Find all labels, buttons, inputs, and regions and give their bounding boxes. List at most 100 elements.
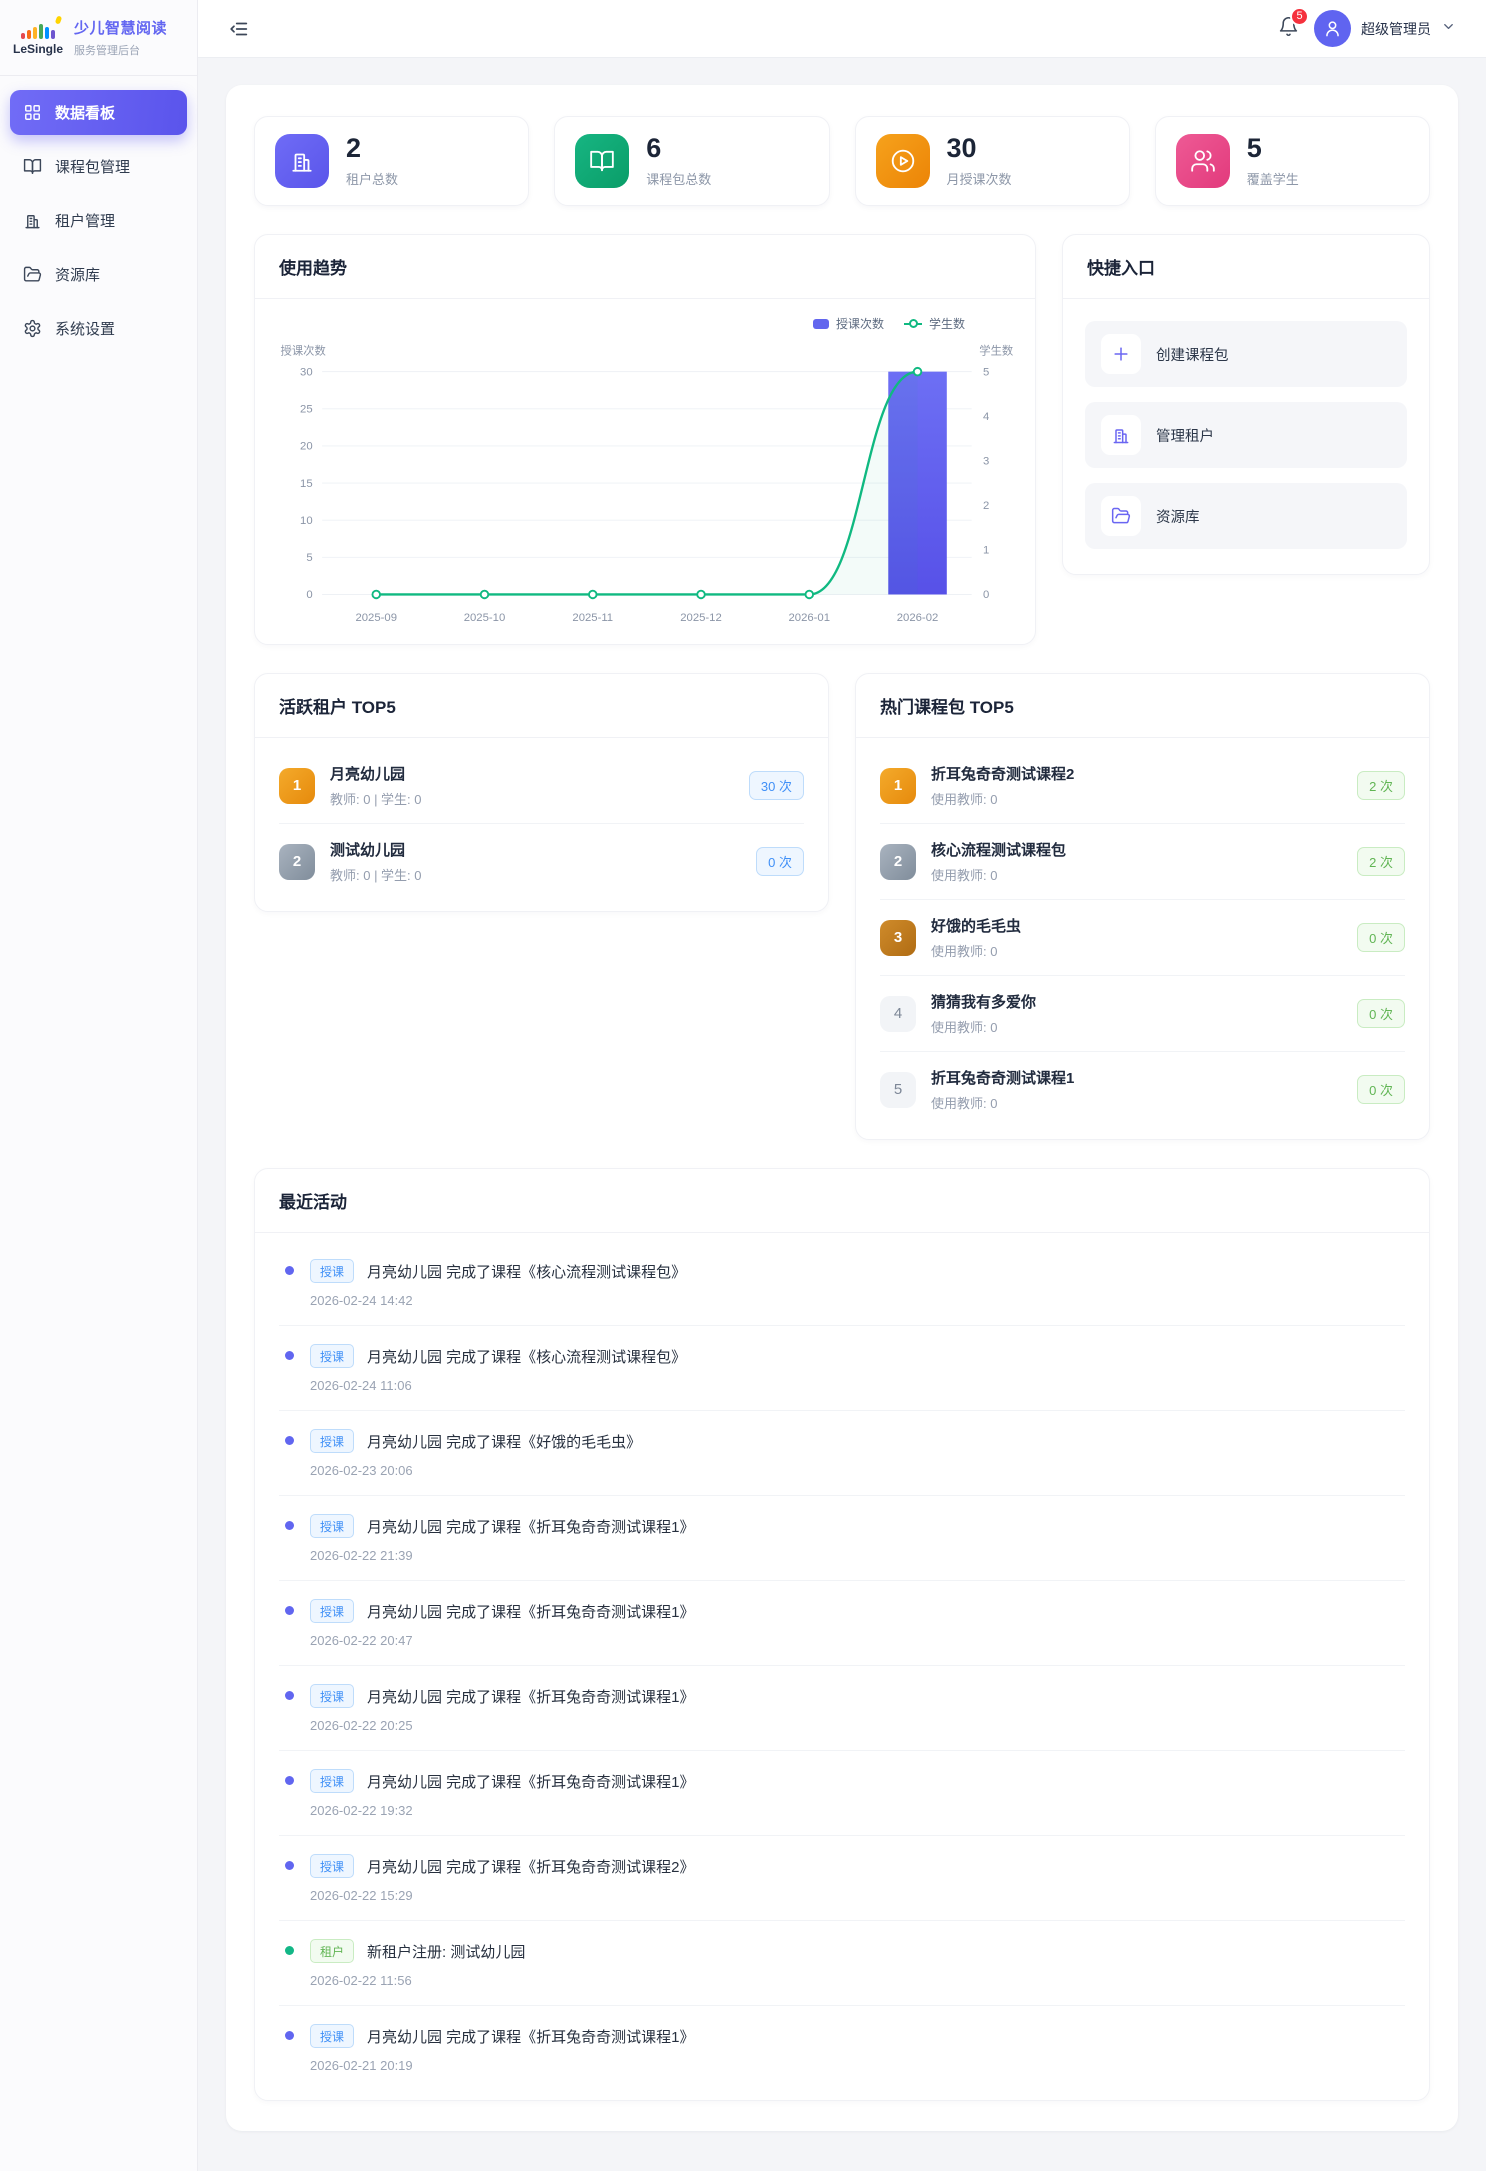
activity-type-badge: 授课 — [310, 1599, 354, 1623]
activity-time: 2026-02-22 20:25 — [310, 1718, 1405, 1733]
main-column: 5 超级管理员 — [198, 0, 1486, 2171]
stats-row: 2 租户总数 6 课程包总数 — [254, 116, 1430, 206]
activity-type-badge: 授课 — [310, 1684, 354, 1708]
stat-label: 月授课次数 — [947, 169, 1012, 188]
activity-type-badge: 租户 — [310, 1939, 354, 1963]
recent-activity-card: 最近活动 授课 月亮幼儿园 完成了课程《核心流程测试课程包》 2026-02-2… — [254, 1168, 1430, 2101]
activity-dot — [285, 1691, 294, 1700]
hot-packages-title: 热门课程包 TOP5 — [856, 674, 1429, 738]
stat-label: 租户总数 — [346, 169, 398, 188]
usage-count-badge: 2 次 — [1357, 847, 1405, 876]
svg-text:2025-11: 2025-11 — [572, 612, 613, 624]
legend-bar-swatch — [813, 319, 829, 329]
quick-item-resources[interactable]: 资源库 — [1085, 483, 1407, 549]
activity-type-badge: 授课 — [310, 1259, 354, 1283]
usage-trend-title: 使用趋势 — [255, 235, 1035, 299]
svg-text:2025-10: 2025-10 — [464, 612, 506, 624]
app-subtitle: 服务管理后台 — [74, 42, 167, 58]
brand-logo: LeSingle — [13, 20, 63, 56]
activity-item: 授课 月亮幼儿园 完成了课程《折耳兔奇奇测试课程1》 2026-02-22 20… — [279, 1666, 1405, 1751]
user-icon — [1323, 19, 1342, 38]
package-row: 1 折耳兔奇奇测试课程2 使用教师: 0 2 次 — [880, 748, 1405, 824]
building-icon — [1101, 415, 1141, 455]
notification-badge: 5 — [1290, 7, 1309, 26]
stat-value: 30 — [947, 134, 1012, 162]
logo-text: LeSingle — [13, 42, 63, 56]
activity-text: 月亮幼儿园 完成了课程《核心流程测试课程包》 — [367, 1261, 686, 1282]
sidebar-item-settings[interactable]: 系统设置 — [10, 306, 187, 351]
stat-card-monthly-lessons: 30 月授课次数 — [855, 116, 1130, 206]
activity-item: 授课 月亮幼儿园 完成了课程《好饿的毛毛虫》 2026-02-23 20:06 — [279, 1411, 1405, 1496]
notification-bell[interactable]: 5 — [1278, 16, 1299, 42]
users-icon — [1176, 134, 1230, 188]
activity-type-badge: 授课 — [310, 1514, 354, 1538]
activity-item-tenant: 租户 新租户注册: 测试幼儿园 2026-02-22 11:56 — [279, 1921, 1405, 2006]
sidebar-collapse-button[interactable] — [228, 18, 250, 40]
activity-item: 授课 月亮幼儿园 完成了课程《折耳兔奇奇测试课程1》 2026-02-22 19… — [279, 1751, 1405, 1836]
package-name: 折耳兔奇奇测试课程1 — [931, 1067, 1342, 1088]
quick-item-manage-tenants[interactable]: 管理租户 — [1085, 402, 1407, 468]
activity-time: 2026-02-22 21:39 — [310, 1548, 1405, 1563]
svg-text:授课次数: 授课次数 — [281, 344, 326, 358]
sidebar-item-label: 资源库 — [55, 264, 100, 285]
active-tenants-card: 活跃租户 TOP5 1 月亮幼儿园 教师: 0 | 学生: 0 30 次 — [254, 673, 829, 912]
activity-text: 月亮幼儿园 完成了课程《折耳兔奇奇测试课程1》 — [367, 1771, 695, 1792]
rank-badge: 2 — [279, 844, 315, 880]
svg-text:0: 0 — [983, 589, 989, 601]
sidebar-item-resources[interactable]: 资源库 — [10, 252, 187, 297]
quick-item-create-package[interactable]: 创建课程包 — [1085, 321, 1407, 387]
sidebar-item-course-packages[interactable]: 课程包管理 — [10, 144, 187, 189]
collapse-sidebar-icon — [228, 18, 250, 40]
activity-time: 2026-02-22 20:47 — [310, 1633, 1405, 1648]
activity-type-badge: 授课 — [310, 1429, 354, 1453]
package-meta: 使用教师: 0 — [931, 789, 1342, 808]
sidebar-item-dashboard[interactable]: 数据看板 — [10, 90, 187, 135]
activity-time: 2026-02-22 15:29 — [310, 1888, 1405, 1903]
user-menu[interactable]: 超级管理员 — [1314, 10, 1456, 47]
folder-open-icon — [1101, 496, 1141, 536]
rank-badge: 1 — [880, 768, 916, 804]
tenant-meta: 教师: 0 | 学生: 0 — [330, 789, 734, 808]
plus-icon — [1101, 334, 1141, 374]
avatar — [1314, 10, 1351, 47]
gear-icon — [23, 319, 42, 338]
rank-badge: 1 — [279, 768, 315, 804]
activity-text: 月亮幼儿园 完成了课程《折耳兔奇奇测试课程2》 — [367, 1856, 695, 1877]
activity-text: 月亮幼儿园 完成了课程《折耳兔奇奇测试课程1》 — [367, 1516, 695, 1537]
quick-item-label: 创建课程包 — [1156, 344, 1229, 365]
usage-count-badge: 0 次 — [1357, 923, 1405, 952]
sidebar-item-label: 租户管理 — [55, 210, 115, 231]
top5-row: 活跃租户 TOP5 1 月亮幼儿园 教师: 0 | 学生: 0 30 次 — [254, 673, 1430, 1140]
svg-text:2026-02: 2026-02 — [897, 612, 939, 624]
usage-count-badge: 0 次 — [756, 847, 804, 876]
sidebar-item-label: 系统设置 — [55, 318, 115, 339]
activity-type-badge: 授课 — [310, 1854, 354, 1878]
activity-dot — [285, 1861, 294, 1870]
activity-time: 2026-02-24 11:06 — [310, 1378, 1405, 1393]
stat-value: 6 — [646, 134, 711, 162]
logo-block: LeSingle 少儿智慧阅读 服务管理后台 — [0, 0, 197, 76]
legend-line-marker — [904, 323, 922, 325]
content-area: 2 租户总数 6 课程包总数 — [198, 58, 1486, 2171]
legend-item-students: 学生数 — [904, 315, 965, 332]
folder-open-icon — [23, 265, 42, 284]
tenant-row: 2 测试幼儿园 教师: 0 | 学生: 0 0 次 — [279, 824, 804, 899]
quick-entry-title: 快捷入口 — [1063, 235, 1429, 299]
svg-text:30: 30 — [300, 366, 313, 378]
chevron-down-icon — [1441, 19, 1456, 39]
svg-text:5: 5 — [983, 366, 989, 378]
package-meta: 使用教师: 0 — [931, 941, 1342, 960]
package-name: 好饿的毛毛虫 — [931, 915, 1342, 936]
tenant-name: 月亮幼儿园 — [330, 763, 734, 784]
activity-text: 月亮幼儿园 完成了课程《好饿的毛毛虫》 — [367, 1431, 641, 1452]
usage-count-badge: 0 次 — [1357, 999, 1405, 1028]
svg-text:0: 0 — [306, 589, 312, 601]
trend-row: 使用趋势 授课次数 学生数 051015202530012345授课次数学生数2… — [254, 234, 1430, 645]
package-row: 4 猜猜我有多爱你 使用教师: 0 0 次 — [880, 976, 1405, 1052]
tenant-name: 测试幼儿园 — [330, 839, 741, 860]
building-icon — [275, 134, 329, 188]
svg-text:学生数: 学生数 — [979, 344, 1013, 358]
svg-text:20: 20 — [300, 441, 313, 453]
sidebar-item-tenants[interactable]: 租户管理 — [10, 198, 187, 243]
book-open-icon — [575, 134, 629, 188]
